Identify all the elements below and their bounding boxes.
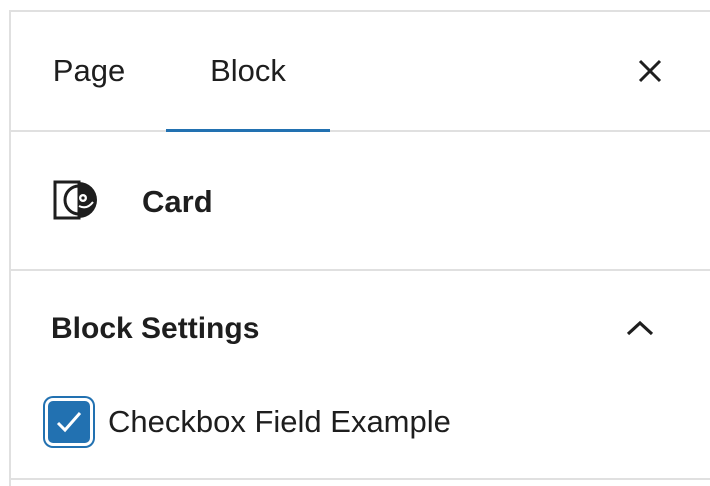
card-block-icon: [53, 180, 97, 220]
block-settings-toggle[interactable]: Block Settings: [11, 272, 710, 372]
block-card: Card: [11, 132, 710, 271]
tab-page-label: Page: [52, 53, 126, 88]
checkbox-field-row: Checkbox Field Example: [44, 396, 451, 448]
divider: [11, 478, 710, 480]
tab-page[interactable]: Page: [27, 12, 151, 130]
tab-block[interactable]: Block: [166, 12, 330, 132]
block-inspector-sidebar: Page Block Card Block Settings Checkbox …: [9, 10, 710, 486]
chevron-up-icon: [626, 320, 654, 336]
block-settings-title: Block Settings: [51, 312, 260, 345]
sidebar-tabs: Page Block: [11, 12, 710, 132]
close-button[interactable]: [625, 46, 675, 96]
tab-block-label: Block: [210, 53, 286, 88]
checkbox-field-example[interactable]: [48, 401, 90, 443]
checkmark-icon: [56, 412, 82, 433]
block-title: Card: [142, 184, 213, 219]
checkbox-field-label[interactable]: Checkbox Field Example: [108, 402, 451, 442]
close-icon: [638, 59, 662, 83]
